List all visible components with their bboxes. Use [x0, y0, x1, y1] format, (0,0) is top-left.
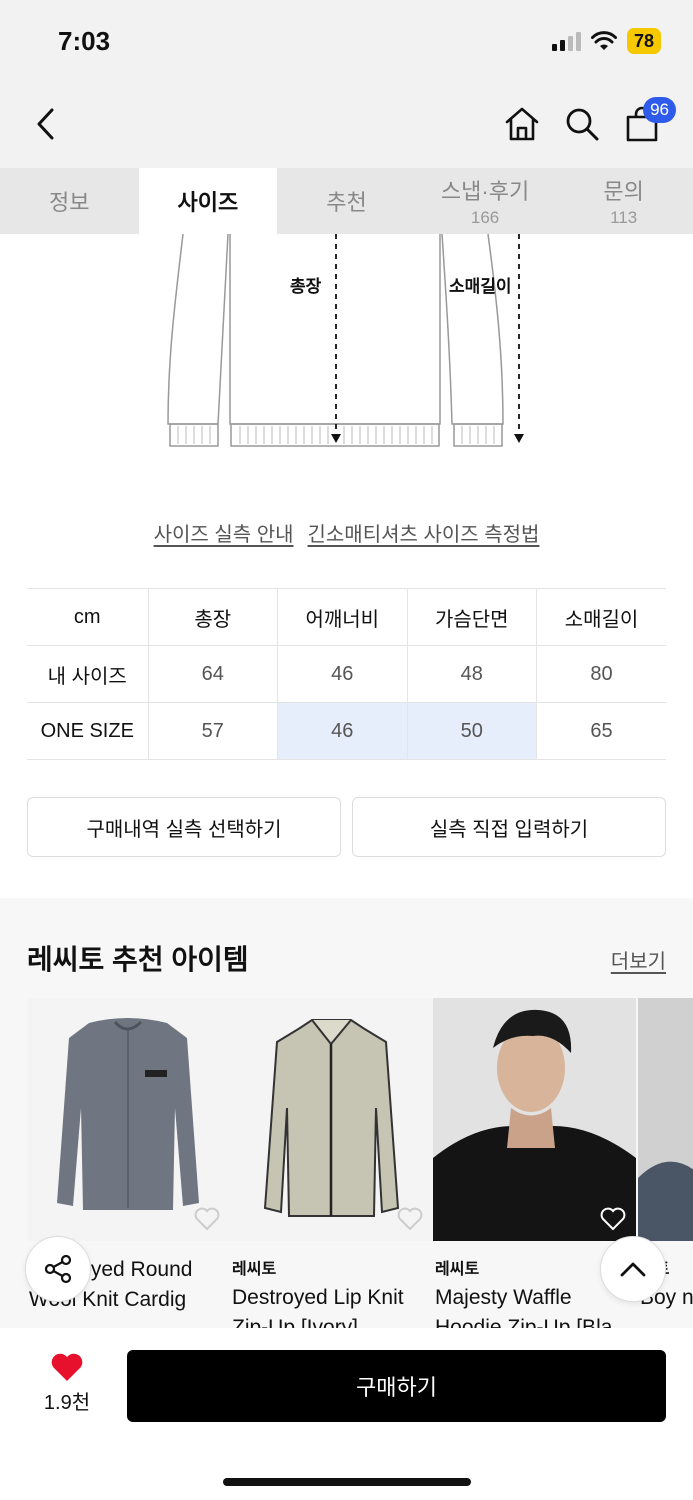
table-header: cm [27, 588, 149, 646]
product-name: Majesty Waffle Hoodie Zip-Up [Bla [435, 1286, 613, 1328]
tab-count: 166 [470, 208, 500, 227]
measurement-guide-link[interactable]: 긴소매티셔츠 사이즈 측정법 [308, 518, 540, 547]
table-header: 어깨너비 [277, 588, 408, 646]
status-bar: 7:03 78 [0, 0, 693, 82]
chevron-left-icon [37, 108, 54, 140]
tab-count: 113 [610, 208, 638, 227]
model-photo-illustration [638, 998, 693, 1241]
product-carousel[interactable]: Destroyed Round Wool Knit Cardig 레씨토 Des… [27, 998, 693, 1328]
size-table: cm 총장 어깨너비 가슴단면 소매길이 내 사이즈 64 46 48 80 O… [27, 588, 666, 760]
recommendation-title: 레씨토 추천 아이템 [27, 944, 249, 975]
row-label: ONE SIZE [27, 702, 149, 760]
product-image [638, 998, 693, 1241]
table-cell-highlighted: 46 [277, 702, 408, 760]
length-label: 총장 [290, 277, 322, 296]
table-cell: 48 [407, 645, 537, 703]
table-cell: 80 [536, 645, 666, 703]
status-icons: 78 [551, 28, 661, 54]
like-button[interactable]: 1.9천 [38, 1352, 96, 1415]
row-label: 내 사이즈 [27, 645, 149, 703]
detail-tabs: 정보 사이즈 추천 스냅·후기 166 문의 113 [0, 168, 693, 234]
table-cell: 57 [148, 702, 278, 760]
wifi-icon [590, 31, 617, 50]
product-image [433, 998, 636, 1241]
size-guide-link[interactable]: 사이즈 실측 안내 [154, 518, 294, 547]
table-cell-highlighted: 50 [407, 702, 537, 760]
table-header: 가슴단면 [407, 588, 537, 646]
direct-input-button[interactable]: 실측 직접 입력하기 [352, 797, 666, 857]
share-icon [44, 1254, 72, 1284]
tab-label: 스냅·후기 [440, 179, 530, 204]
status-time: 7:03 [58, 26, 111, 56]
tab-label: 추천 [326, 190, 367, 215]
size-guide-links: 사이즈 실측 안내 긴소매티셔츠 사이즈 측정법 [0, 518, 693, 547]
home-indicator [223, 1478, 471, 1486]
tab-inquiry[interactable]: 문의 113 [554, 168, 693, 234]
battery-indicator: 78 [626, 28, 661, 54]
signal-icon [551, 31, 581, 51]
app-header: 96 [0, 82, 693, 168]
tab-recommend[interactable]: 추천 [277, 168, 416, 234]
cart-count-badge: 96 [643, 97, 676, 123]
select-purchase-history-button[interactable]: 구매내역 실측 선택하기 [27, 797, 341, 857]
tab-size[interactable]: 사이즈 [138, 168, 278, 234]
more-link[interactable]: 더보기 [611, 945, 666, 974]
home-button[interactable] [498, 100, 546, 148]
bottom-purchase-bar: 1.9천 구매하기 [0, 1328, 693, 1500]
buy-button[interactable]: 구매하기 [127, 1350, 666, 1422]
table-row-my-size: 내 사이즈 64 46 48 80 [27, 645, 666, 703]
cardigan-illustration [57, 1018, 199, 1210]
table-header: 소매길이 [536, 588, 666, 646]
heart-outline-icon[interactable] [194, 1207, 220, 1231]
table-header-row: cm 총장 어깨너비 가슴단면 소매길이 [27, 588, 666, 646]
tab-label: 정보 [49, 190, 90, 215]
sleeve-length-label: 소매길이 [449, 277, 512, 296]
like-count: 1.9천 [43, 1392, 91, 1414]
product-card[interactable]: 레씨토 Destroyed Lip Knit Zip-Up [Ivory] [230, 998, 433, 1328]
product-name: Destroyed Lip Knit Zip-Up [Ivory] [232, 1286, 404, 1328]
heart-filled-icon [51, 1353, 83, 1381]
heart-outline-icon[interactable] [600, 1207, 626, 1231]
model-photo-illustration [433, 998, 636, 1241]
table-row-one-size: ONE SIZE 57 46 50 65 [27, 702, 666, 760]
share-button[interactable] [25, 1236, 91, 1302]
table-cell: 65 [536, 702, 666, 760]
sweater-diagram-illustration [167, 233, 524, 447]
product-image [230, 998, 433, 1241]
back-button[interactable] [22, 100, 70, 148]
tab-label: 사이즈 [177, 190, 239, 215]
tab-label: 문의 [603, 179, 644, 204]
tab-snap-review[interactable]: 스냅·후기 166 [416, 168, 555, 234]
size-diagram: 총장 소매길이 [0, 233, 693, 484]
product-image [27, 998, 230, 1241]
scroll-top-button[interactable] [600, 1236, 666, 1302]
table-cell: 46 [277, 645, 408, 703]
table-cell: 64 [148, 645, 278, 703]
tab-info[interactable]: 정보 [0, 168, 139, 234]
search-icon [566, 108, 599, 141]
cart-button[interactable]: 96 [618, 97, 676, 148]
home-icon [505, 107, 539, 141]
search-button[interactable] [558, 100, 606, 148]
zip-up-knit-illustration [263, 1019, 400, 1217]
table-header: 총장 [148, 588, 278, 646]
product-brand: 레씨토 [232, 1261, 277, 1278]
chevron-up-icon [620, 1262, 646, 1277]
heart-outline-icon[interactable] [397, 1207, 423, 1231]
